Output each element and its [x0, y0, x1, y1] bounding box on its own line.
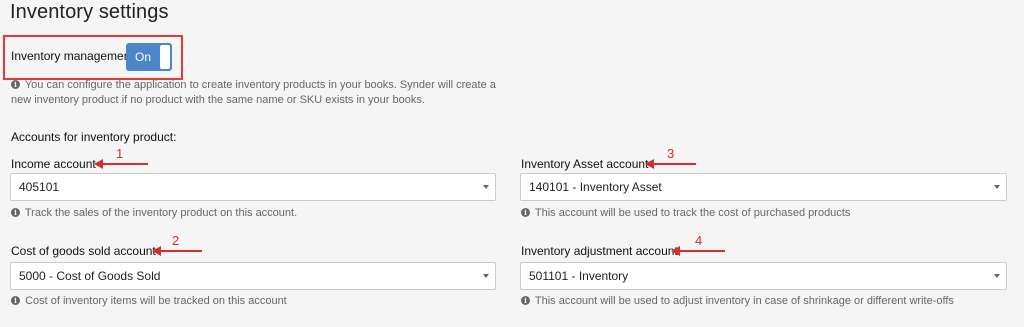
info-icon: i	[521, 296, 530, 305]
page-title: Inventory settings	[10, 1, 169, 23]
annotation-4: 4	[671, 233, 725, 257]
annotation-3: 3	[645, 146, 697, 170]
inventory-asset-account-label: Inventory Asset account	[521, 157, 649, 171]
annotation-number: 2	[172, 233, 180, 248]
income-account-label: Income account	[11, 157, 96, 171]
toggle-knob	[160, 45, 170, 69]
inventory-asset-account-select[interactable]: 140101 - Inventory Asset	[520, 173, 1007, 201]
inventory-info-line-2: new inventory product if no product with…	[11, 94, 425, 106]
inventory-asset-account-info: i This account will be used to track the…	[521, 207, 850, 219]
accounts-section-heading: Accounts for inventory product:	[11, 130, 177, 144]
inventory-adjustment-account-info: i This account will be used to adjust in…	[521, 295, 954, 307]
toggle-state-text: On	[134, 50, 151, 64]
cogs-account-select[interactable]: 5000 - Cost of Goods Sold	[10, 262, 496, 290]
cogs-account-label: Cost of goods sold account	[11, 244, 156, 258]
annotation-1: 1	[94, 146, 149, 170]
cogs-account-info: i Cost of inventory items will be tracke…	[11, 295, 287, 307]
info-icon: i	[11, 296, 20, 305]
income-account-value: 405101	[19, 180, 60, 194]
cogs-account-value: 5000 - Cost of Goods Sold	[19, 269, 161, 283]
annotation-number: 3	[667, 146, 675, 161]
inventory-asset-account-value: 140101 - Inventory Asset	[529, 180, 662, 194]
annotation-number: 1	[116, 146, 124, 161]
inventory-adjustment-account-value: 501101 - Inventory	[529, 269, 629, 283]
inventory-management-toggle[interactable]: On	[126, 43, 172, 71]
info-icon: i	[521, 208, 530, 217]
info-icon: i	[11, 208, 20, 217]
caret-down-icon	[483, 274, 489, 278]
info-icon: i	[11, 80, 20, 89]
annotation-number: 4	[695, 233, 703, 248]
inventory-info-line-1: i You can configure the application to c…	[11, 79, 496, 91]
inventory-adjustment-account-label: Inventory adjustment account	[521, 244, 678, 258]
income-account-info: i Track the sales of the inventory produ…	[11, 207, 297, 219]
income-account-select[interactable]: 405101	[10, 173, 496, 201]
caret-down-icon	[994, 274, 1000, 278]
annotation-2: 2	[152, 233, 202, 257]
inventory-management-label: Inventory management	[11, 49, 134, 63]
inventory-adjustment-account-select[interactable]: 501101 - Inventory	[520, 262, 1007, 290]
caret-down-icon	[483, 185, 489, 189]
caret-down-icon	[994, 185, 1000, 189]
